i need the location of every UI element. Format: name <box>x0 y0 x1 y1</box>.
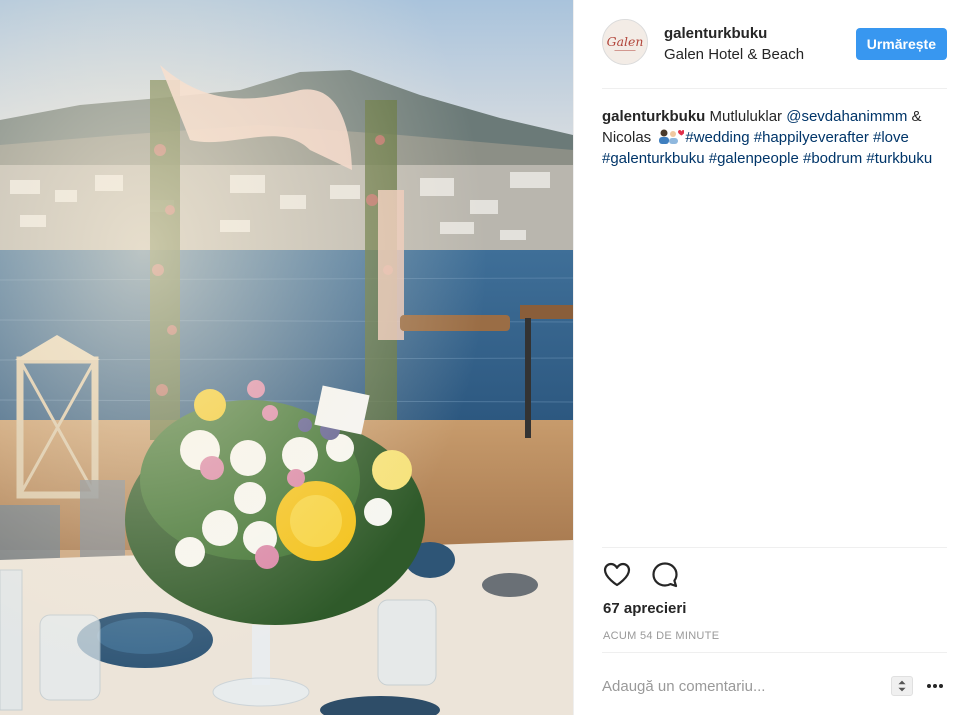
header-divider <box>602 88 947 89</box>
follow-button[interactable]: Urmărește <box>855 28 947 60</box>
couple-with-heart-icon <box>656 128 685 144</box>
resize-handle-icon[interactable] <box>891 676 913 696</box>
comment-form <box>602 664 947 708</box>
avatar[interactable]: Galen <box>602 19 648 65</box>
caption-username[interactable]: galenturkbuku <box>602 108 705 125</box>
post-timestamp[interactable]: ACUM 54 DE MINUTE <box>603 630 719 642</box>
likes-count[interactable]: 67 aprecieri <box>603 600 686 617</box>
comment-bubble-icon[interactable] <box>650 560 680 590</box>
more-options-icon[interactable] <box>925 676 945 696</box>
comment-divider <box>602 652 947 653</box>
galen-logo-icon: Galen <box>603 20 647 64</box>
post-location[interactable]: Galen Hotel & Beach <box>664 46 804 63</box>
heart-icon[interactable] <box>602 560 632 590</box>
wedding-table-photo <box>0 0 573 715</box>
svg-text:Galen: Galen <box>607 34 644 49</box>
actions-divider <box>602 547 947 548</box>
comment-input[interactable] <box>602 672 872 700</box>
post-caption: galenturkbuku Mutluluklar @sevdahanimmm … <box>602 106 948 169</box>
post-details-panel: Galen galenturkbuku Galen Hotel & Beach … <box>573 0 971 715</box>
caption-mention[interactable]: @sevdahanimmm <box>786 108 907 125</box>
caption-text: Mutluluklar <box>705 108 787 125</box>
post-actions <box>602 560 722 590</box>
post-photo[interactable] <box>0 0 573 715</box>
post-header: Galen galenturkbuku Galen Hotel & Beach … <box>602 17 947 73</box>
post-username[interactable]: galenturkbuku <box>664 25 767 42</box>
